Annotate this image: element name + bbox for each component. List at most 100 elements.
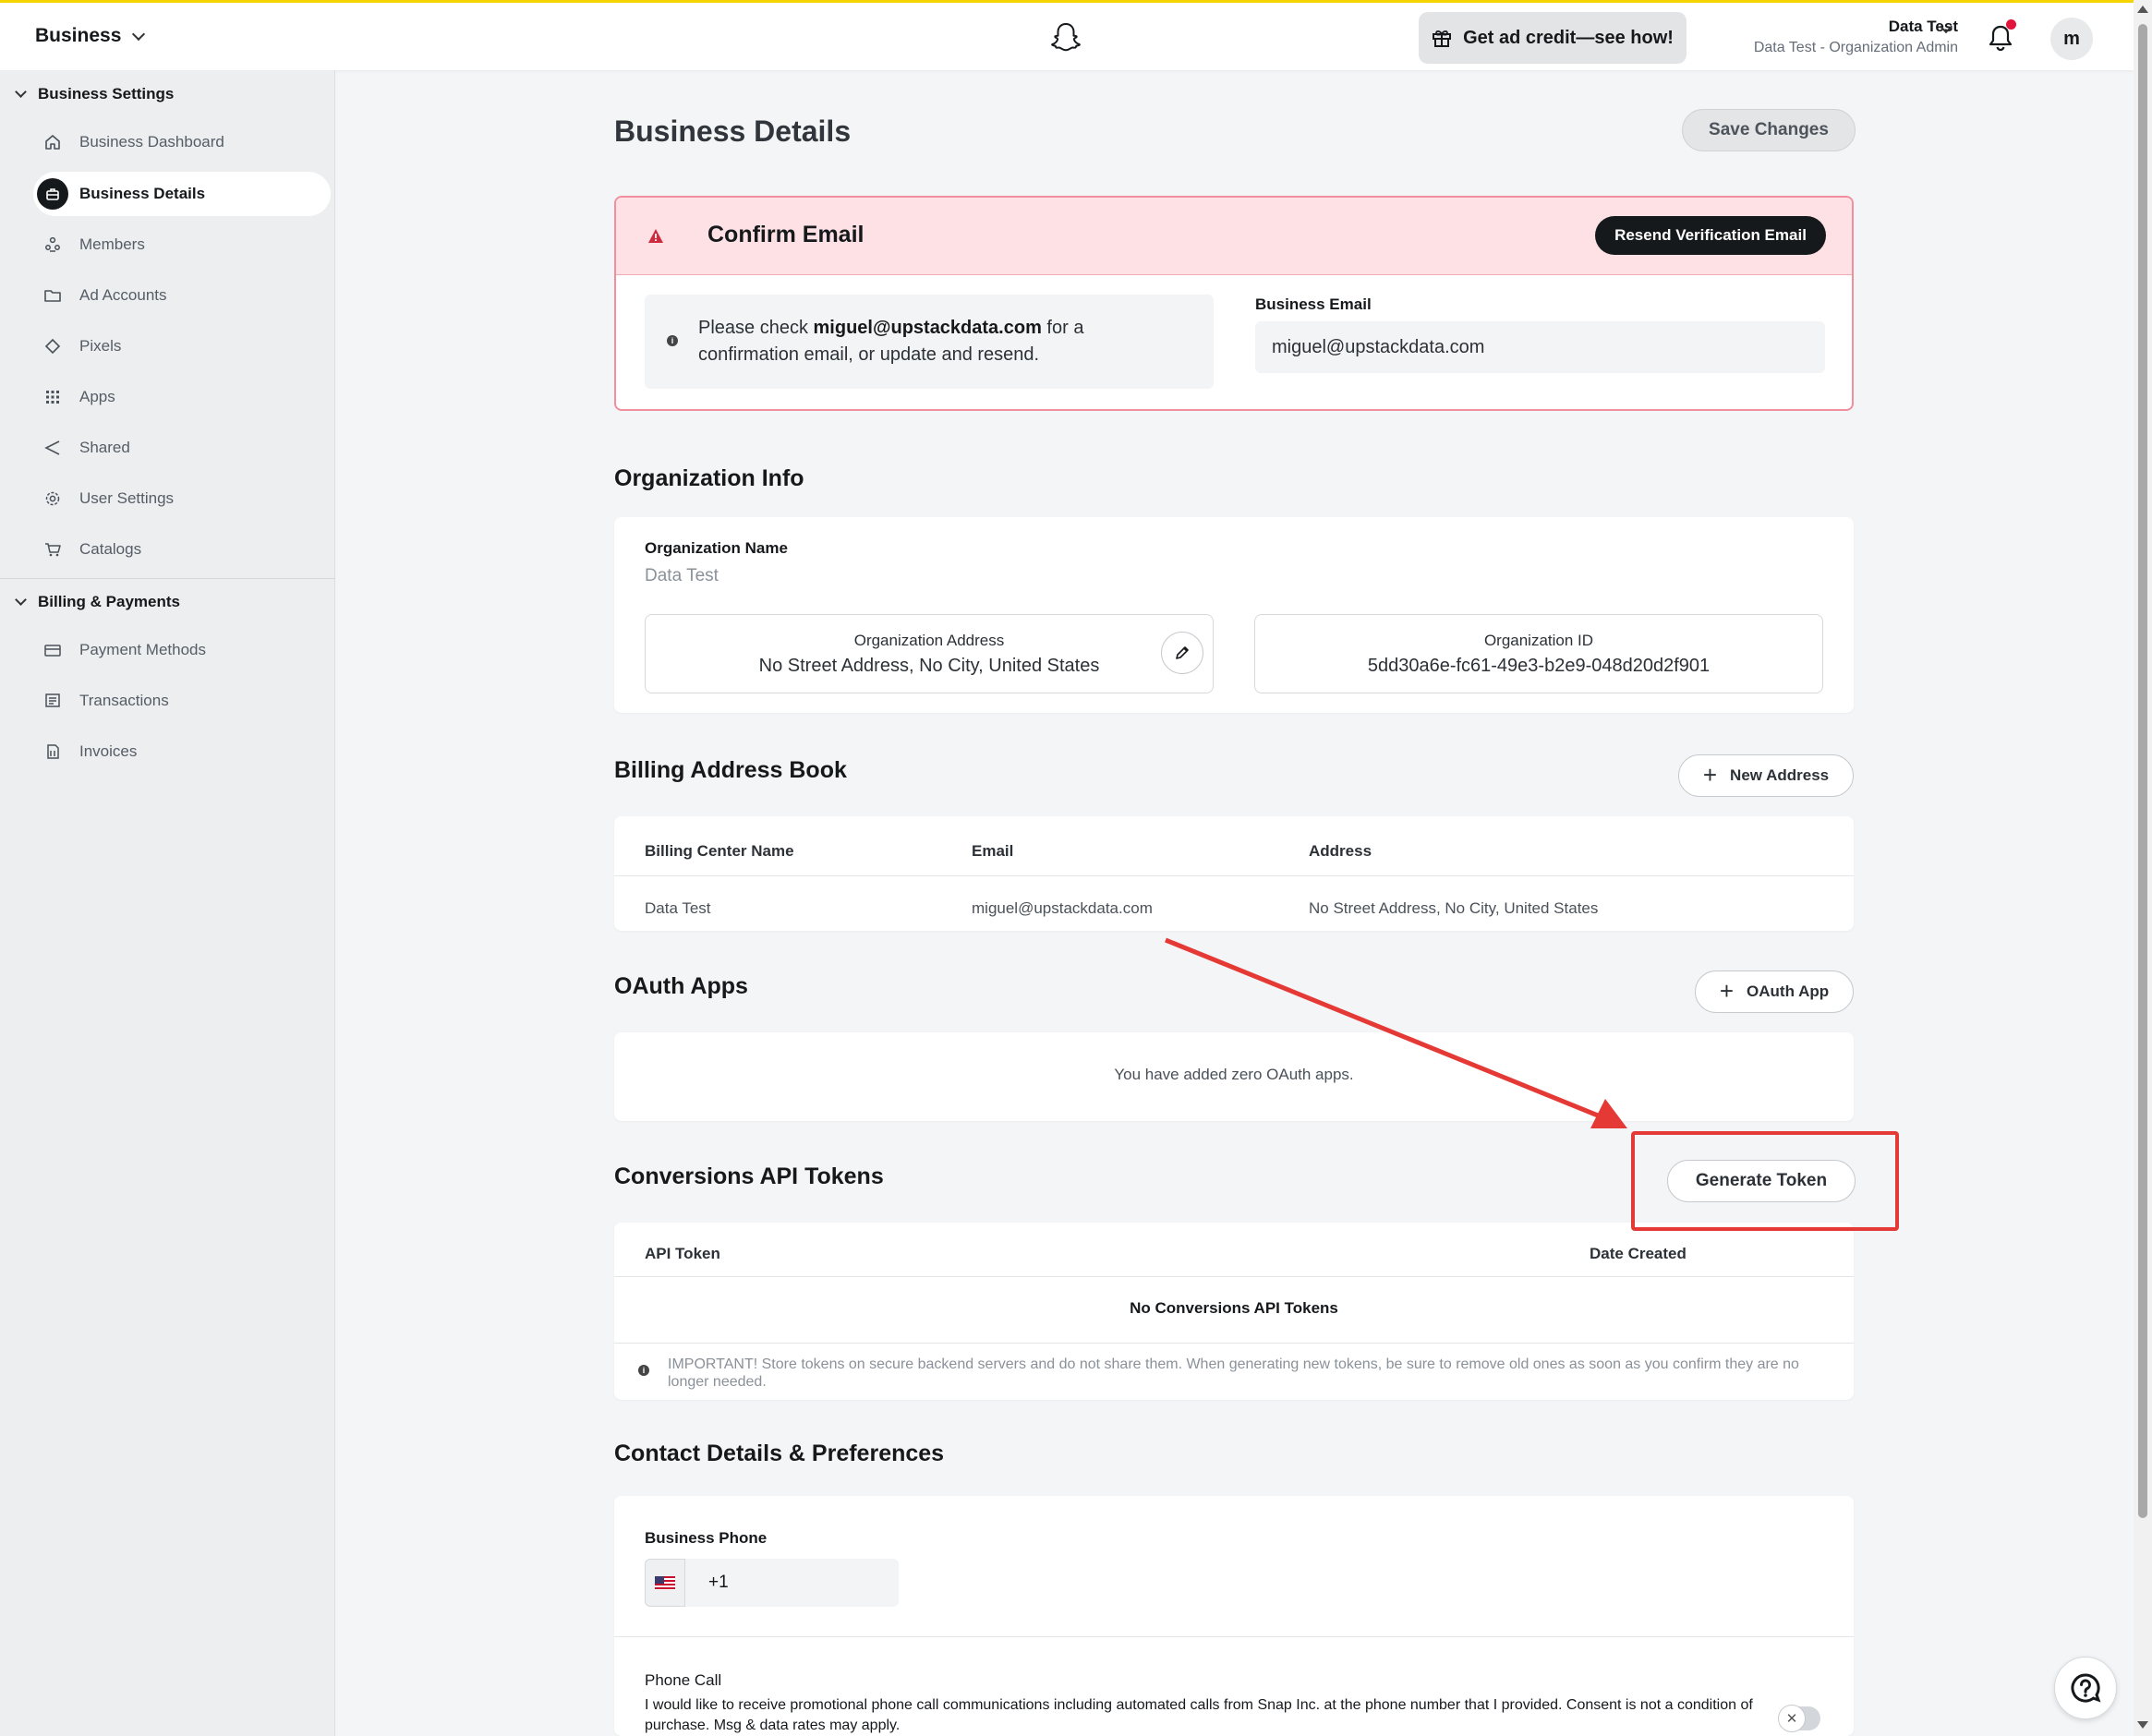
column-header-address: Address [1309,842,1372,860]
sidebar-item-pixels[interactable]: Pixels [33,324,331,368]
organization-address-value: No Street Address, No City, United State… [758,656,1100,676]
share-icon [42,438,63,458]
sidebar-item-label: Members [79,235,145,253]
confirm-email-card: Confirm Email Resend Verification Email … [614,196,1854,411]
sidebar-item-label: Business Dashboard [79,133,224,151]
business-phone-label: Business Phone [645,1529,768,1547]
column-header-api-token: API Token [645,1245,720,1262]
conversions-api-tokens-heading: Conversions API Tokens [614,1163,884,1189]
business-switcher-label: Business [35,25,122,46]
business-switcher[interactable]: Business [35,25,146,47]
plus-icon: + [1719,977,1735,1005]
sidebar-section-billing-payments[interactable]: Billing & Payments [15,593,180,611]
note-prefix: Please check [698,318,814,338]
receipt-icon [42,691,63,711]
scroll-down-arrow-icon[interactable] [2137,1721,2148,1729]
resend-verification-email-button[interactable]: Resend Verification Email [1595,216,1826,255]
sidebar-item-business-details[interactable]: Business Details [33,172,331,216]
chevron-down-icon [132,27,146,41]
phone-call-toggle[interactable]: ✕ [1778,1705,1820,1732]
snapchat-ghost-icon[interactable] [1049,21,1082,54]
help-question-icon [2071,1673,2101,1703]
sidebar-item-business-dashboard[interactable]: Business Dashboard [33,120,331,164]
account-name: Data Test [1888,18,1958,35]
scrollbar-thumb[interactable] [2138,24,2147,1518]
confirm-email-title: Confirm Email [707,222,864,247]
help-button[interactable] [2054,1657,2117,1719]
table-divider [614,1276,1854,1277]
sidebar-section-business-settings[interactable]: Business Settings [15,85,175,103]
notification-badge [2006,19,2016,30]
new-address-label: New Address [1730,766,1830,784]
sidebar-item-label: User Settings [79,489,175,507]
sidebar-item-label: Invoices [79,742,138,760]
contact-details-card: Business Phone +1 Phone Call I would lik… [614,1496,1854,1736]
add-oauth-app-button[interactable]: + OAuth App [1695,970,1854,1013]
cart-icon [42,539,63,560]
save-changes-button[interactable]: Save Changes [1682,109,1856,151]
organization-address-label: Organization Address [853,632,1005,649]
sidebar-item-label: Apps [79,388,115,405]
card-icon [42,640,63,660]
confirm-email-note-text: Please check miguel@upstackdata.com for … [698,315,1188,368]
business-email-field[interactable]: miguel@upstackdata.com [1255,321,1825,373]
sidebar-item-ad-accounts[interactable]: Ad Accounts [33,273,331,318]
organization-info-card: Organization Name Data Test Organization… [614,517,1854,713]
phone-call-consent-text: I would like to receive promotional phon… [645,1697,1753,1733]
invoice-icon [42,741,63,762]
grid-icon [42,387,63,407]
phone-call-label: Phone Call [645,1671,722,1689]
oauth-empty-message: You have added zero OAuth apps. [1114,1066,1354,1083]
billing-address-table: Billing Center Name Email Address Data T… [614,816,1854,931]
capi-empty-message: No Conversions API Tokens [1130,1299,1338,1317]
organization-address-box: Organization Address No Street Address, … [645,614,1214,693]
top-bar: Business Get ad credit—see how! Data Tes… [0,0,2134,70]
sidebar-item-payment-methods[interactable]: Payment Methods [33,628,331,672]
scroll-up-arrow-icon[interactable] [2137,6,2148,13]
country-selector[interactable] [645,1559,685,1607]
column-header-email: Email [972,842,1014,860]
oauth-apps-card: You have added zero OAuth apps. [614,1032,1854,1121]
account-role: Data Test - Organization Admin [1753,40,1958,55]
ad-credit-promo-label: Get ad credit—see how! [1463,27,1674,48]
note-email: miguel@upstackdata.com [813,318,1042,338]
sidebar-item-label: Ad Accounts [79,286,167,304]
sidebar-item-label: Shared [79,439,130,456]
sidebar-item-label: Business Details [79,185,206,202]
organization-id-box: Organization ID 5dd30a6e-fc61-49e3-b2e9-… [1254,614,1823,693]
page-scrollbar[interactable] [2134,0,2152,1736]
ad-credit-promo-button[interactable]: Get ad credit—see how! [1419,12,1687,64]
table-divider [614,875,1854,876]
gift-icon [1433,30,1452,47]
page-title: Business Details [614,115,852,148]
avatar-letter: m [2063,28,2080,49]
user-avatar[interactable]: m [2050,18,2093,60]
plus-icon: + [1702,761,1718,789]
organization-name-label: Organization Name [645,539,788,557]
members-icon [42,235,63,255]
us-flag-icon [655,1575,675,1590]
edit-address-button[interactable] [1161,632,1203,674]
sidebar-item-apps[interactable]: Apps [33,375,331,419]
briefcase-icon [37,178,68,210]
account-switcher[interactable]: Data Test Data Test - Organization Admin [1699,18,1958,56]
business-phone-field[interactable]: +1 [645,1559,899,1607]
close-icon: ✕ [1778,1705,1806,1732]
phone-country-code: +1 [708,1573,729,1592]
sidebar-item-invoices[interactable]: Invoices [33,729,331,774]
sidebar-item-user-settings[interactable]: User Settings [33,476,331,521]
sidebar-item-members[interactable]: Members [33,223,331,267]
sidebar-item-transactions[interactable]: Transactions [33,679,331,723]
sidebar: Business Settings Business Dashboard Bus… [0,70,335,1736]
new-address-button[interactable]: + New Address [1678,754,1854,797]
chevron-down-icon [15,86,27,98]
business-email-label: Business Email [1255,295,1372,313]
oauth-apps-heading: OAuth Apps [614,973,748,999]
sidebar-item-catalogs[interactable]: Catalogs [33,527,331,572]
confirm-email-header: Confirm Email Resend Verification Email [616,198,1852,275]
sidebar-section-label: Business Settings [38,85,175,102]
table-cell-address: No Street Address, No City, United State… [1309,899,1599,917]
column-header-date-created: Date Created [1590,1245,1687,1262]
table-divider [614,1343,1854,1344]
sidebar-item-shared[interactable]: Shared [33,426,331,470]
